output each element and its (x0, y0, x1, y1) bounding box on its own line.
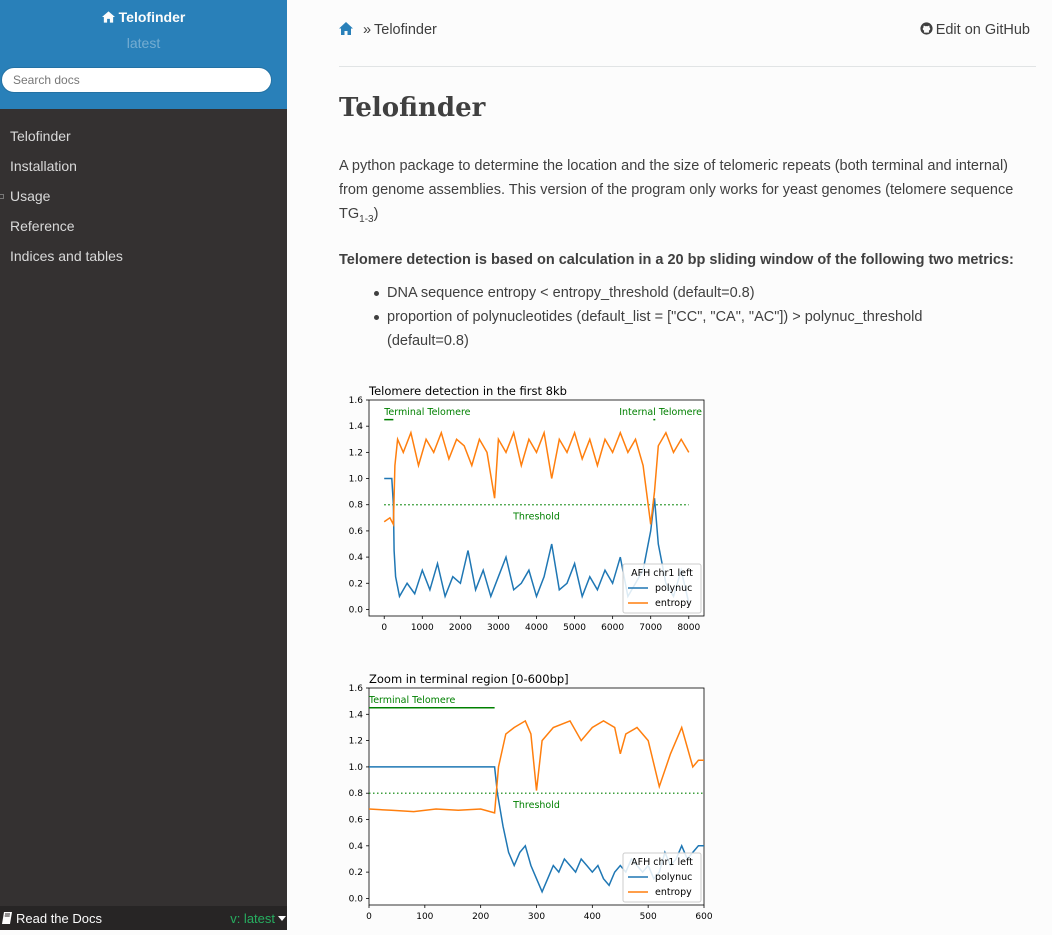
legend-label-entropy: entropy (655, 598, 692, 609)
x-tick-label: 400 (584, 912, 601, 922)
x-tick-label: 1000 (411, 623, 434, 633)
x-tick-label: 7000 (639, 623, 662, 633)
breadcrumb-separator: » (363, 22, 372, 38)
y-tick-label: 1.6 (349, 684, 364, 694)
chart-title: Zoom in terminal region [0-600bp] (369, 672, 569, 686)
x-tick-label: 0 (381, 623, 387, 633)
metrics-list: DNA sequence entropy < entropy_threshold… (339, 281, 1036, 353)
y-tick-label: 0.0 (349, 894, 364, 904)
x-tick-label: 8000 (677, 623, 700, 633)
sidebar-item-usage[interactable]: Usage (0, 181, 287, 211)
y-tick-label: 0.6 (349, 527, 364, 537)
intro-subscript: 1-3 (359, 213, 374, 225)
sidebar-item-installation[interactable]: Installation (0, 151, 287, 181)
home-icon (101, 11, 115, 23)
intro-paragraph: A python package to determine the locati… (339, 154, 1029, 232)
x-tick-label: 6000 (601, 623, 624, 633)
edit-on-github-label: Edit on GitHub (935, 22, 1030, 38)
sidebar: Telofinder latest Telofinder Installatio… (0, 0, 287, 930)
sidebar-item-label: Usage (10, 188, 51, 204)
x-tick-label: 600 (695, 912, 712, 922)
y-tick-label: 0.6 (349, 816, 364, 826)
breadcrumb-current: Telofinder (374, 22, 437, 38)
github-icon (920, 22, 933, 35)
x-tick-label: 2000 (449, 623, 472, 633)
x-tick-label: 500 (640, 912, 657, 922)
x-tick-label: 5000 (563, 623, 586, 633)
bullet-icon (374, 291, 379, 296)
y-tick-label: 1.4 (349, 422, 364, 432)
y-tick-label: 0.2 (349, 868, 363, 878)
annotation-label: Internal Telomere (619, 407, 702, 418)
intro-end: ) (373, 206, 379, 222)
edit-on-github-link[interactable]: Edit on GitHub (920, 22, 1030, 38)
chart-telomere-detection: Telomere detection in the first 8kb 0 1000… (349, 384, 705, 633)
project-home-link[interactable]: Telofinder (0, 8, 287, 26)
metric-text: proportion of polynucleotides (default_l… (387, 309, 923, 349)
rtd-version: v: latest (230, 911, 275, 926)
sidebar-item-telofinder[interactable]: Telofinder (0, 121, 287, 151)
rtd-version-switcher[interactable]: Read the Docs v: latest (0, 906, 287, 930)
threshold-label: Threshold (512, 512, 560, 523)
intro-text: A python package to determine the locati… (339, 158, 1014, 222)
breadcrumb: » Telofinder Edit on GitHub (339, 21, 1036, 41)
project-title: Telofinder (118, 9, 186, 25)
sidebar-menu: Telofinder Installation Usage Reference … (0, 121, 287, 271)
list-item: DNA sequence entropy < entropy_threshold… (374, 281, 1036, 305)
legend-title: AFH chr1 left (631, 857, 693, 868)
y-tick-label: 0.2 (349, 579, 363, 589)
legend-label-polynuc: polynuc (655, 583, 692, 594)
y-tick-label: 1.2 (349, 737, 363, 747)
book-icon (2, 912, 12, 924)
version-label: latest (126, 35, 161, 51)
bullet-icon (374, 315, 379, 320)
expand-marker-icon (0, 194, 4, 199)
y-tick-label: 0.0 (349, 605, 364, 615)
x-tick-label: 100 (416, 912, 433, 922)
legend-title: AFH chr1 left (631, 568, 693, 579)
y-tick-label: 0.4 (349, 553, 364, 563)
x-tick-label: 3000 (487, 623, 510, 633)
y-tick-label: 0.4 (349, 842, 364, 852)
y-tick-label: 1.0 (349, 763, 364, 773)
y-tick-label: 0.8 (349, 789, 364, 799)
home-icon[interactable] (339, 22, 353, 35)
search-input[interactable] (1, 67, 272, 93)
x-tick-label: 4000 (525, 623, 548, 633)
chart-terminal-zoom: Zoom in terminal region [0-600bp] 0 100 200… (349, 672, 713, 922)
y-tick-label: 1.0 (349, 475, 364, 485)
x-tick-label: 0 (366, 912, 372, 922)
figure-telomere-detection: Telomere detection in the first 8kb 0 1000… (339, 382, 719, 645)
annotation-label: Terminal Telomere (368, 695, 455, 706)
page-title: Telofinder (339, 93, 486, 123)
y-tick-label: 1.2 (349, 448, 363, 458)
y-tick-label: 1.4 (349, 710, 364, 720)
y-tick-label: 1.6 (349, 396, 364, 406)
sidebar-item-indices[interactable]: Indices and tables (0, 241, 287, 271)
figure-terminal-zoom: Zoom in terminal region [0-600bp] 0 100 200… (339, 670, 719, 935)
threshold-label: Threshold (512, 800, 560, 811)
sidebar-item-reference[interactable]: Reference (0, 211, 287, 241)
x-tick-label: 300 (528, 912, 545, 922)
metric-text: DNA sequence entropy < entropy_threshold… (387, 285, 755, 301)
legend-label-entropy: entropy (655, 887, 692, 898)
legend-label-polynuc: polynuc (655, 872, 692, 883)
x-tick-label: 200 (472, 912, 489, 922)
caret-down-icon (278, 916, 286, 921)
annotation-label: Terminal Telomere (383, 407, 470, 418)
y-tick-label: 0.8 (349, 501, 364, 511)
sidebar-header: Telofinder latest (0, 0, 287, 109)
header-divider (339, 66, 1036, 67)
rtd-label: Read the Docs (16, 911, 102, 926)
list-item: proportion of polynucleotides (default_l… (374, 305, 1036, 353)
detection-heading: Telomere detection is based on calculati… (339, 252, 1014, 268)
chart-title: Telomere detection in the first 8kb (368, 384, 567, 398)
